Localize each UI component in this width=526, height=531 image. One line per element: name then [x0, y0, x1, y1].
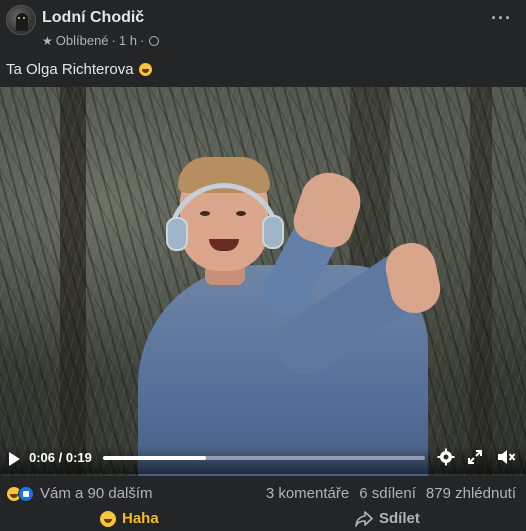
more-options-icon[interactable]: ··· [491, 8, 512, 29]
post-caption: Ta Olga Richterova [6, 61, 152, 78]
haha-button[interactable]: Haha [100, 510, 159, 527]
meta-separator: · [111, 33, 116, 48]
post-actions: Haha Sdílet [0, 510, 526, 531]
meta-separator-2: · [139, 33, 145, 48]
post-header: Lodní Chodič ★ Oblíbené · 1 h · ··· [0, 0, 526, 58]
share-arrow-icon [355, 510, 373, 527]
caption-text: Ta Olga Richterova [6, 61, 134, 78]
shares-count[interactable]: 6 sdílení [359, 485, 416, 502]
post-meta: ★ Oblíbené · 1 h · [42, 33, 160, 48]
play-icon[interactable] [9, 452, 20, 466]
author-avatar[interactable] [6, 5, 36, 35]
star-icon: ★ [42, 33, 53, 48]
expand-icon[interactable] [467, 449, 483, 465]
gear-icon[interactable] [437, 448, 455, 466]
share-label: Sdílet [379, 510, 420, 527]
video-progress-fill [103, 456, 207, 460]
reactions-text: Vám a 90 dalším [40, 485, 153, 502]
haha-label: Haha [122, 510, 159, 527]
engagement-counts: 3 komentáře 6 sdílení 879 zhlédnutí [266, 485, 516, 502]
reaction-summary[interactable]: Vám a 90 dalším [6, 485, 153, 502]
post-time[interactable]: 1 h [119, 33, 137, 48]
haha-icon [100, 510, 116, 527]
share-button[interactable]: Sdílet [355, 510, 420, 527]
globe-icon [149, 35, 160, 46]
comments-count[interactable]: 3 komentáře [266, 485, 349, 502]
video-progress-bar[interactable] [103, 456, 425, 460]
video-player[interactable] [0, 87, 526, 476]
laughing-emoji-icon [138, 63, 152, 76]
speaker-muted-icon[interactable] [496, 448, 516, 466]
favorites-label[interactable]: Oblíbené [56, 33, 109, 48]
author-name[interactable]: Lodní Chodič [42, 9, 144, 27]
video-time: 0:06 / 0:19 [29, 450, 92, 465]
post-stats: Vám a 90 dalším 3 komentáře 6 sdílení 87… [0, 485, 526, 505]
views-count: 879 zhlédnutí [425, 485, 516, 502]
like-reaction-icon [18, 485, 34, 502]
